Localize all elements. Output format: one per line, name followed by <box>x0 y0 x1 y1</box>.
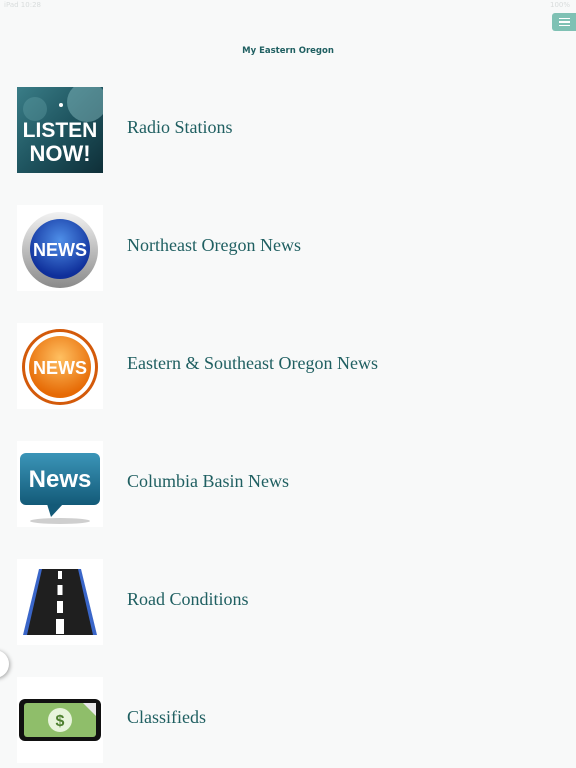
list-item-classifieds[interactable]: $ Classifieds <box>17 677 557 763</box>
list-item-label: Northeast Oregon News <box>127 235 301 255</box>
menu-button[interactable] <box>552 13 576 31</box>
list-item-label: Road Conditions <box>127 589 249 609</box>
status-bar: iPad 10:28 100% <box>0 0 576 10</box>
listen-now-icon: LISTEN NOW! <box>17 87 103 173</box>
list-item-label: Eastern & Southeast Oregon News <box>127 353 378 373</box>
news-text: News <box>29 466 92 493</box>
news-orange-button-icon: NEWS <box>17 323 103 409</box>
list-item-eastern-southeast-oregon-news[interactable]: NEWS Eastern & Southeast Oregon News <box>17 323 557 409</box>
list-item-radio-stations[interactable]: LISTEN NOW! Radio Stations <box>17 87 557 173</box>
list-item-label: Radio Stations <box>127 117 233 137</box>
page-title: My Eastern Oregon <box>242 46 334 56</box>
news-text: NEWS <box>33 358 87 378</box>
news-text: NEWS <box>33 240 87 260</box>
list-item-label: Columbia Basin News <box>127 471 289 491</box>
dollar-bill-icon: $ <box>17 677 103 763</box>
news-blue-button-icon: NEWS <box>17 205 103 291</box>
now-text: NOW! <box>29 141 90 166</box>
status-time: iPad 10:28 <box>4 1 41 9</box>
list-item-northeast-oregon-news[interactable]: NEWS Northeast Oregon News <box>17 205 557 291</box>
hamburger-menu-icon-bar <box>558 24 570 26</box>
hamburger-menu-icon <box>558 18 570 20</box>
side-drawer-handle[interactable] <box>0 650 9 678</box>
hamburger-menu-icon-bar <box>558 21 570 23</box>
svg-text:$: $ <box>56 713 65 730</box>
listen-text: LISTEN <box>23 119 98 142</box>
status-battery: 100% <box>549 1 570 9</box>
list-item-label: Classifieds <box>127 707 206 727</box>
road-icon <box>17 559 103 645</box>
list-item-road-conditions[interactable]: Road Conditions <box>17 559 557 645</box>
list-item-columbia-basin-news[interactable]: News Columbia Basin News <box>17 441 557 527</box>
news-speech-bubble-icon: News <box>17 441 103 527</box>
